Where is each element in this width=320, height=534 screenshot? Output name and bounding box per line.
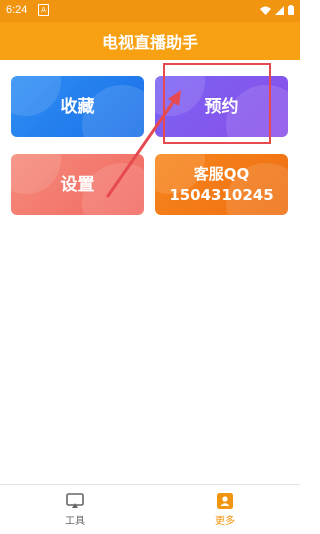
annotation-highlight-box (163, 63, 271, 144)
tab-more[interactable]: 更多 (150, 485, 300, 534)
customer-service-qq-button[interactable]: 客服QQ 1504310245 (155, 154, 288, 215)
customer-service-title: 客服QQ (193, 164, 250, 183)
tab-more-label: 更多 (215, 515, 235, 527)
bottom-tab-bar: 工具 更多 (0, 484, 300, 534)
settings-label: 设置 (60, 174, 95, 195)
notification-icon: A (38, 4, 49, 16)
wifi-icon (260, 6, 271, 15)
tab-tools[interactable]: 工具 (0, 485, 150, 534)
customer-service-qq-number: 1504310245 (169, 185, 274, 204)
decor-bubble (11, 154, 61, 194)
settings-button[interactable]: 设置 (11, 154, 144, 215)
favorites-button[interactable]: 收藏 (11, 76, 144, 137)
decor-bubble (11, 76, 61, 116)
status-time: 6:24 (6, 4, 28, 16)
signal-icon (275, 5, 284, 15)
customer-service-label: 客服QQ 1504310245 (169, 164, 273, 206)
page-title: 电视直播助手 (101, 33, 198, 52)
person-card-icon (217, 492, 233, 509)
status-icons (260, 5, 294, 15)
status-bar: 6:24 A (0, 0, 300, 22)
favorites-label: 收藏 (60, 96, 95, 117)
cast-screen-icon (66, 492, 84, 508)
app-header: 电视直播助手 (0, 22, 300, 60)
tab-tools-label: 工具 (65, 515, 85, 527)
battery-icon (288, 5, 294, 15)
